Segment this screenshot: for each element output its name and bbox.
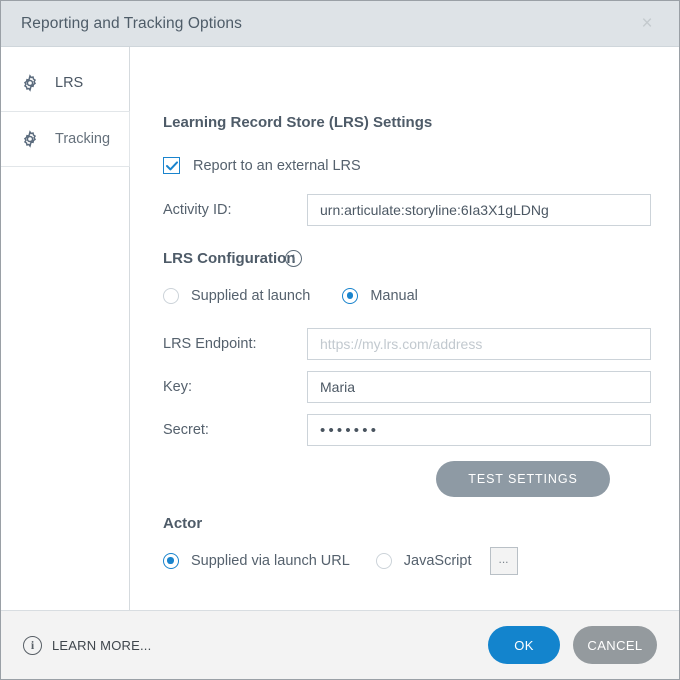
dialog-footer: i LEARN MORE... OK CANCEL bbox=[1, 610, 679, 679]
test-settings-button[interactable]: TEST SETTINGS bbox=[436, 461, 610, 497]
sidebar-item-label: Tracking bbox=[55, 131, 111, 147]
lrs-endpoint-input[interactable] bbox=[307, 328, 651, 360]
radio-javascript[interactable]: JavaScript bbox=[375, 553, 472, 569]
checkbox-checked-icon[interactable] bbox=[163, 157, 180, 174]
sidebar-item-tracking[interactable]: Tracking bbox=[1, 111, 130, 167]
close-icon[interactable]: × bbox=[625, 1, 669, 46]
dialog-body: LRS Tracking Learning Record Store (LRS)… bbox=[1, 47, 679, 610]
report-external-lrs-label: Report to an external LRS bbox=[193, 157, 361, 174]
dialog-title: Reporting and Tracking Options bbox=[21, 14, 242, 32]
info-icon: i bbox=[23, 635, 42, 655]
key-label: Key: bbox=[163, 379, 193, 395]
learn-more-link[interactable]: i LEARN MORE... bbox=[23, 635, 152, 655]
report-external-lrs-checkbox-row[interactable]: Report to an external LRS bbox=[163, 157, 361, 174]
radio-label: Supplied at launch bbox=[191, 288, 311, 304]
activity-id-input[interactable] bbox=[307, 194, 651, 226]
sidebar-item-label: LRS bbox=[55, 75, 84, 91]
radio-label: Supplied via launch URL bbox=[191, 553, 350, 569]
radio-unselected-icon[interactable] bbox=[375, 553, 392, 569]
radio-selected-icon[interactable] bbox=[163, 553, 179, 569]
secret-label: Secret: bbox=[163, 422, 209, 438]
radio-supplied-via-launch-url[interactable]: Supplied via launch URL bbox=[163, 553, 350, 569]
title-bar: Reporting and Tracking Options × bbox=[1, 1, 679, 47]
radio-label: Manual bbox=[370, 288, 418, 304]
key-input[interactable] bbox=[307, 371, 651, 403]
lrs-configuration-heading: LRS Configuration bbox=[163, 250, 296, 267]
actor-radio-group: Supplied via launch URL JavaScript ... bbox=[163, 547, 518, 575]
learn-more-label: LEARN MORE... bbox=[52, 637, 152, 653]
gear-icon bbox=[21, 74, 39, 92]
info-icon[interactable]: i bbox=[285, 250, 302, 267]
sidebar-item-lrs[interactable]: LRS bbox=[1, 55, 129, 111]
lrs-configuration-radio-group: Supplied at launch Manual bbox=[163, 288, 418, 304]
gear-icon bbox=[21, 130, 39, 148]
radio-label: JavaScript bbox=[403, 553, 472, 569]
radio-selected-icon[interactable] bbox=[342, 288, 359, 304]
activity-id-row: Activity ID: bbox=[163, 194, 651, 226]
secret-row: Secret: bbox=[163, 414, 651, 446]
dialog-window: Reporting and Tracking Options × LRS Tra… bbox=[0, 0, 680, 680]
radio-supplied-at-launch[interactable]: Supplied at launch bbox=[163, 288, 310, 304]
radio-unselected-icon[interactable] bbox=[163, 288, 179, 304]
sidebar: LRS Tracking bbox=[1, 47, 130, 610]
actor-heading: Actor bbox=[163, 515, 203, 532]
key-row: Key: bbox=[163, 371, 651, 403]
cancel-button[interactable]: CANCEL bbox=[573, 626, 657, 664]
lrs-endpoint-row: LRS Endpoint: bbox=[163, 328, 651, 360]
radio-manual[interactable]: Manual bbox=[342, 288, 418, 304]
page-title: Learning Record Store (LRS) Settings bbox=[163, 114, 433, 131]
secret-input[interactable] bbox=[307, 414, 651, 446]
ok-button[interactable]: OK bbox=[488, 626, 560, 664]
activity-id-label: Activity ID: bbox=[163, 202, 232, 218]
actor-browse-button[interactable]: ... bbox=[489, 547, 518, 575]
lrs-endpoint-label: LRS Endpoint: bbox=[163, 336, 257, 352]
settings-panel: Learning Record Store (LRS) Settings Rep… bbox=[130, 47, 679, 610]
